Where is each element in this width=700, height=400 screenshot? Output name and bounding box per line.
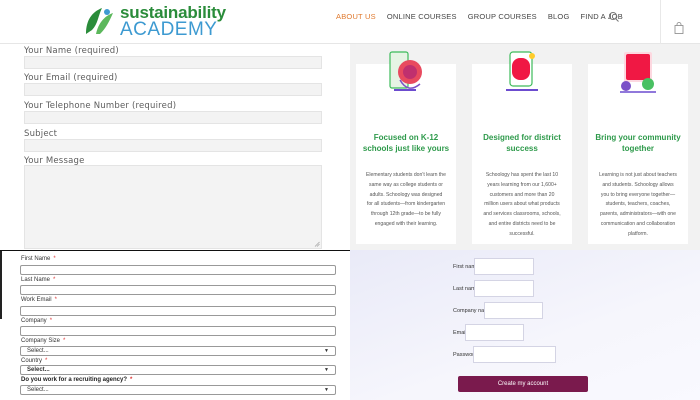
first-name-input[interactable] xyxy=(474,258,534,275)
nav-about-us[interactable]: ABOUT US xyxy=(336,12,376,21)
logo-line2: ACADEMY xyxy=(120,18,218,40)
logo-line1: sustainability xyxy=(120,2,226,22)
name-label: Your Name (required) xyxy=(24,46,119,56)
last-name-label: Last Name * xyxy=(21,277,56,283)
phone-chat-illustration-icon xyxy=(389,51,422,91)
nav-blog[interactable]: BLOG xyxy=(548,12,570,21)
work-email-input[interactable] xyxy=(20,306,336,316)
email-input[interactable] xyxy=(465,324,524,341)
document-illustration-icon xyxy=(506,51,538,91)
signup-form: First Name * Last Name * Work Email * Compa… xyxy=(0,250,350,400)
create-account-form: First name Last name Company name Email … xyxy=(350,250,700,400)
subject-label: Subject xyxy=(24,129,58,139)
last-name-input[interactable] xyxy=(20,285,336,295)
message-textarea[interactable] xyxy=(24,165,322,249)
feature-cards: Focused on K-12 schools just like yours … xyxy=(350,44,700,250)
dropdown-arrow-icon: ▼ xyxy=(324,367,329,373)
card-body: Schoology has spent the last 10 years le… xyxy=(483,172,561,237)
dropdown-arrow-icon: ▼ xyxy=(324,387,329,393)
feature-card-k12: Focused on K-12 schools just like yours … xyxy=(356,51,456,244)
group-chat-illustration-icon xyxy=(620,52,656,93)
country-label: Country * xyxy=(21,358,48,364)
company-size-select[interactable]: Select... ▼ xyxy=(20,346,336,356)
company-input[interactable] xyxy=(20,326,336,336)
company-label: Company * xyxy=(21,318,53,324)
email-label: Your Email (required) xyxy=(24,73,118,83)
resize-handle-icon[interactable] xyxy=(314,241,320,247)
recruiting-select[interactable]: Select... ▼ xyxy=(20,385,336,395)
card-body: Learning is not just about teachers and … xyxy=(599,172,677,237)
nav-divider xyxy=(660,0,661,44)
last-name-input[interactable] xyxy=(474,280,534,297)
card-title: Designed for district success xyxy=(483,133,561,153)
phone-field[interactable] xyxy=(24,111,322,124)
shopping-bag-icon[interactable] xyxy=(674,22,684,34)
password-input[interactable] xyxy=(473,346,556,363)
logo-leaf-icon xyxy=(86,8,113,34)
subject-field[interactable] xyxy=(24,139,322,152)
site-header: sustainability ACADEMY ABOUT US ONLINE C… xyxy=(0,0,700,44)
create-account-button[interactable]: Create my account xyxy=(458,376,588,392)
feature-card-district: Designed for district success Schoology … xyxy=(472,51,572,244)
search-icon[interactable] xyxy=(608,11,620,23)
company-size-label: Company Size * xyxy=(21,338,66,344)
phone-label: Your Telephone Number (required) xyxy=(24,101,177,111)
name-field[interactable] xyxy=(24,56,322,69)
nav-online-courses[interactable]: ONLINE COURSES xyxy=(387,12,457,21)
feature-card-community: Bring your community together Learning i… xyxy=(588,52,688,244)
first-name-input[interactable] xyxy=(20,265,336,275)
card-title: Focused on K-12 schools just like yours xyxy=(362,133,450,153)
recruiting-label: Do you work for a recruiting agency? * xyxy=(21,377,133,383)
left-divider xyxy=(0,251,2,319)
company-name-input[interactable] xyxy=(484,302,543,319)
logo[interactable]: sustainability ACADEMY xyxy=(82,2,226,40)
first-name-label: First Name * xyxy=(21,256,56,262)
main-nav: ABOUT US ONLINE COURSES GROUP COURSES BL… xyxy=(336,12,634,21)
nav-group-courses[interactable]: GROUP COURSES xyxy=(468,12,537,21)
country-select[interactable]: Select... ▼ xyxy=(20,365,336,375)
dropdown-arrow-icon: ▼ xyxy=(324,348,329,354)
work-email-label: Work Email * xyxy=(21,297,57,303)
email-field[interactable] xyxy=(24,83,322,96)
card-title: Bring your community together xyxy=(595,133,681,153)
card-body: Elementary students don't learn the same… xyxy=(366,172,446,227)
contact-form: Your Name (required) Your Email (require… xyxy=(0,44,350,250)
